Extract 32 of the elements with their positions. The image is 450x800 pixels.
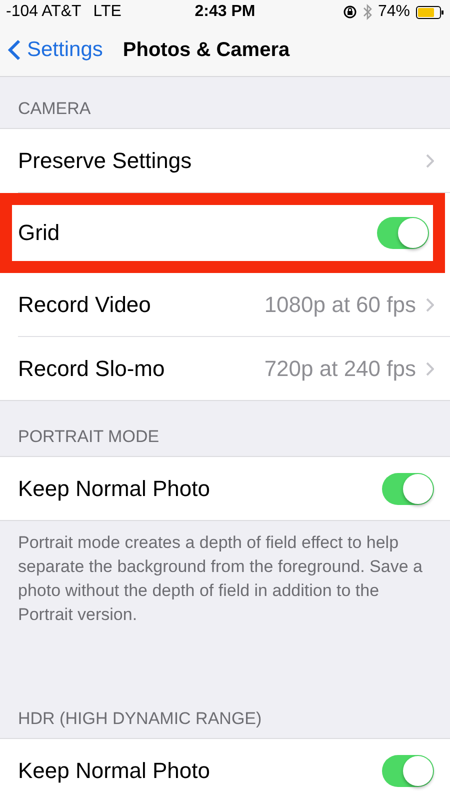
- row-label: Keep Normal Photo: [18, 476, 211, 502]
- rotation-lock-icon: [342, 5, 357, 19]
- battery-icon: [416, 6, 444, 18]
- row-label: Record Slo-mo: [18, 356, 166, 382]
- section-footer: Portrait mode creates a depth of field effect to help separate the background from the foreground. Save a photo without the depth of field in addition to the Portrait version.: [0, 521, 450, 683]
- row-label: Keep Normal Photo: [18, 758, 211, 784]
- row-label: Preserve Settings: [18, 148, 193, 174]
- settings-row[interactable]: Record Slo-mo 720p at 240 fps: [18, 337, 450, 400]
- chevron-icon: [426, 154, 434, 168]
- chevron-icon: [426, 362, 434, 376]
- row-label: Grid: [18, 220, 61, 246]
- battery-percent: 74%: [378, 3, 410, 21]
- page-title: Photos & Camera: [122, 38, 290, 62]
- carrier-text: -104 AT&T: [6, 3, 82, 21]
- toggle-switch[interactable]: [382, 472, 434, 504]
- row-value: 720p at 240 fps: [264, 356, 416, 382]
- settings-row[interactable]: Record Video 1080p at 60 fps: [18, 273, 450, 337]
- clock-text: 2:43 PM: [194, 3, 256, 21]
- back-button[interactable]: Settings: [8, 38, 103, 62]
- section-header: HDR (HIGH DYNAMIC RANGE): [17, 708, 263, 730]
- network-text: LTE: [93, 3, 122, 21]
- settings-row[interactable]: Preserve Settings: [18, 129, 450, 193]
- toggle-switch[interactable]: [377, 217, 429, 249]
- highlighted-settings-row[interactable]: Grid: [0, 193, 445, 273]
- row-label: Record Video: [18, 292, 152, 318]
- bluetooth-icon: [362, 4, 372, 20]
- section-header: PORTRAIT MODE: [17, 426, 160, 448]
- chevron-icon: [426, 298, 434, 312]
- section-header: CAMERA: [17, 98, 92, 120]
- back-chevron-icon: [8, 39, 21, 61]
- row-value: 1080p at 60 fps: [264, 292, 416, 318]
- toggle-switch[interactable]: [382, 754, 434, 786]
